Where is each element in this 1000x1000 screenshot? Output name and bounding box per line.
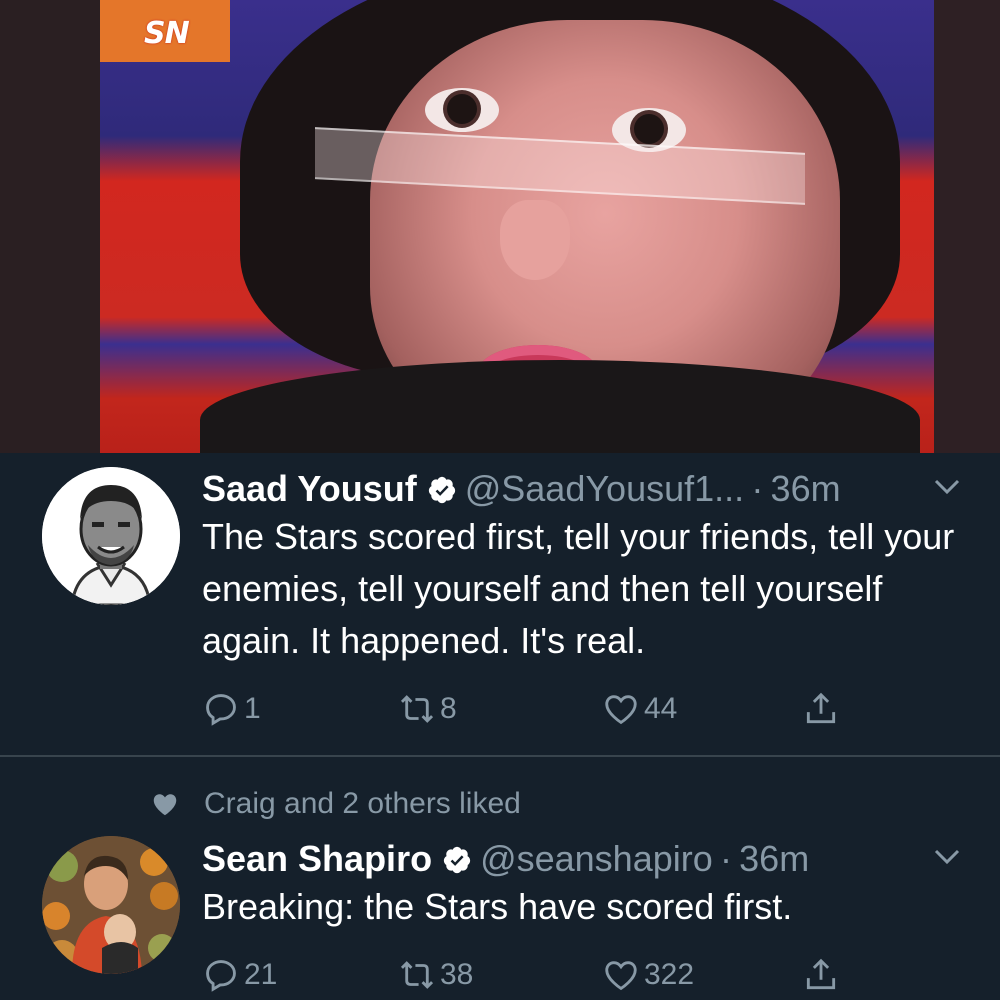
social-context-text: Craig and 2 others liked [204,787,521,820]
like-icon [605,695,637,725]
tweet-actions: 1 8 44 [202,689,862,729]
tweet-text: The Stars scored first, tell your friend… [202,516,955,661]
reply-button[interactable]: 21 [202,955,277,995]
tweet-header: Sean Shapiro @seanshapiro · 36m [202,839,809,879]
tweet-time[interactable]: 36m [739,838,809,879]
author-handle[interactable]: @SaadYousuf1... [465,468,744,509]
tweet-header: Saad Yousuf @SaadYousuf1... · 36m [202,469,841,509]
tweet[interactable]: Saad Yousuf @SaadYousuf1... · 36m The Sta… [0,453,1000,755]
share-icon [806,958,836,990]
share-button[interactable] [802,955,840,995]
tweet-text: Breaking: the Stars have scored first. [202,886,793,927]
nose [500,200,570,280]
tweet-media-photo[interactable]: SN [0,0,1000,453]
like-button[interactable]: 322 [602,955,694,995]
retweet-button[interactable]: 8 [398,689,457,729]
author-name[interactable]: Sean Shapiro [202,838,432,879]
author-name[interactable]: Saad Yousuf [202,468,417,509]
tv-screen: SN [100,0,934,453]
avatar[interactable] [42,836,180,974]
avatar[interactable] [42,467,180,605]
retweet-count: 38 [440,958,474,991]
like-count: 44 [644,692,678,725]
tweet-actions: 21 38 322 [202,955,862,995]
retweet-count: 8 [440,692,457,725]
reply-icon [206,694,236,726]
author-handle[interactable]: @seanshapiro [480,838,713,879]
share-button[interactable] [802,689,840,729]
reply-count: 1 [244,692,261,725]
reply-icon [206,960,236,992]
verified-icon [443,846,471,874]
share-icon [806,692,836,724]
reply-button[interactable]: 1 [202,689,261,729]
separator-dot: · [744,468,771,509]
social-context[interactable]: Craig and 2 others liked [150,787,521,821]
tweet[interactable]: Craig and 2 others liked Sean Shapiro @se… [0,757,1000,1000]
separator-dot: · [712,838,740,879]
like-button[interactable]: 44 [602,689,677,729]
retweet-icon [400,961,434,989]
left-eye [425,88,499,132]
retweet-button[interactable]: 38 [398,955,473,995]
verified-icon [428,476,455,504]
heart-filled-icon [153,794,177,816]
retweet-icon [400,695,434,723]
like-icon [605,961,637,991]
tweet-time[interactable]: 36m [771,468,841,509]
tv-bezel-right [934,0,1000,453]
tv-bezel-left [0,0,100,453]
chevron-down-icon[interactable] [932,847,962,867]
broadcaster-logo: SN [144,16,190,51]
like-count: 322 [644,958,695,991]
chevron-down-icon[interactable] [932,477,962,497]
reply-count: 21 [244,958,278,991]
